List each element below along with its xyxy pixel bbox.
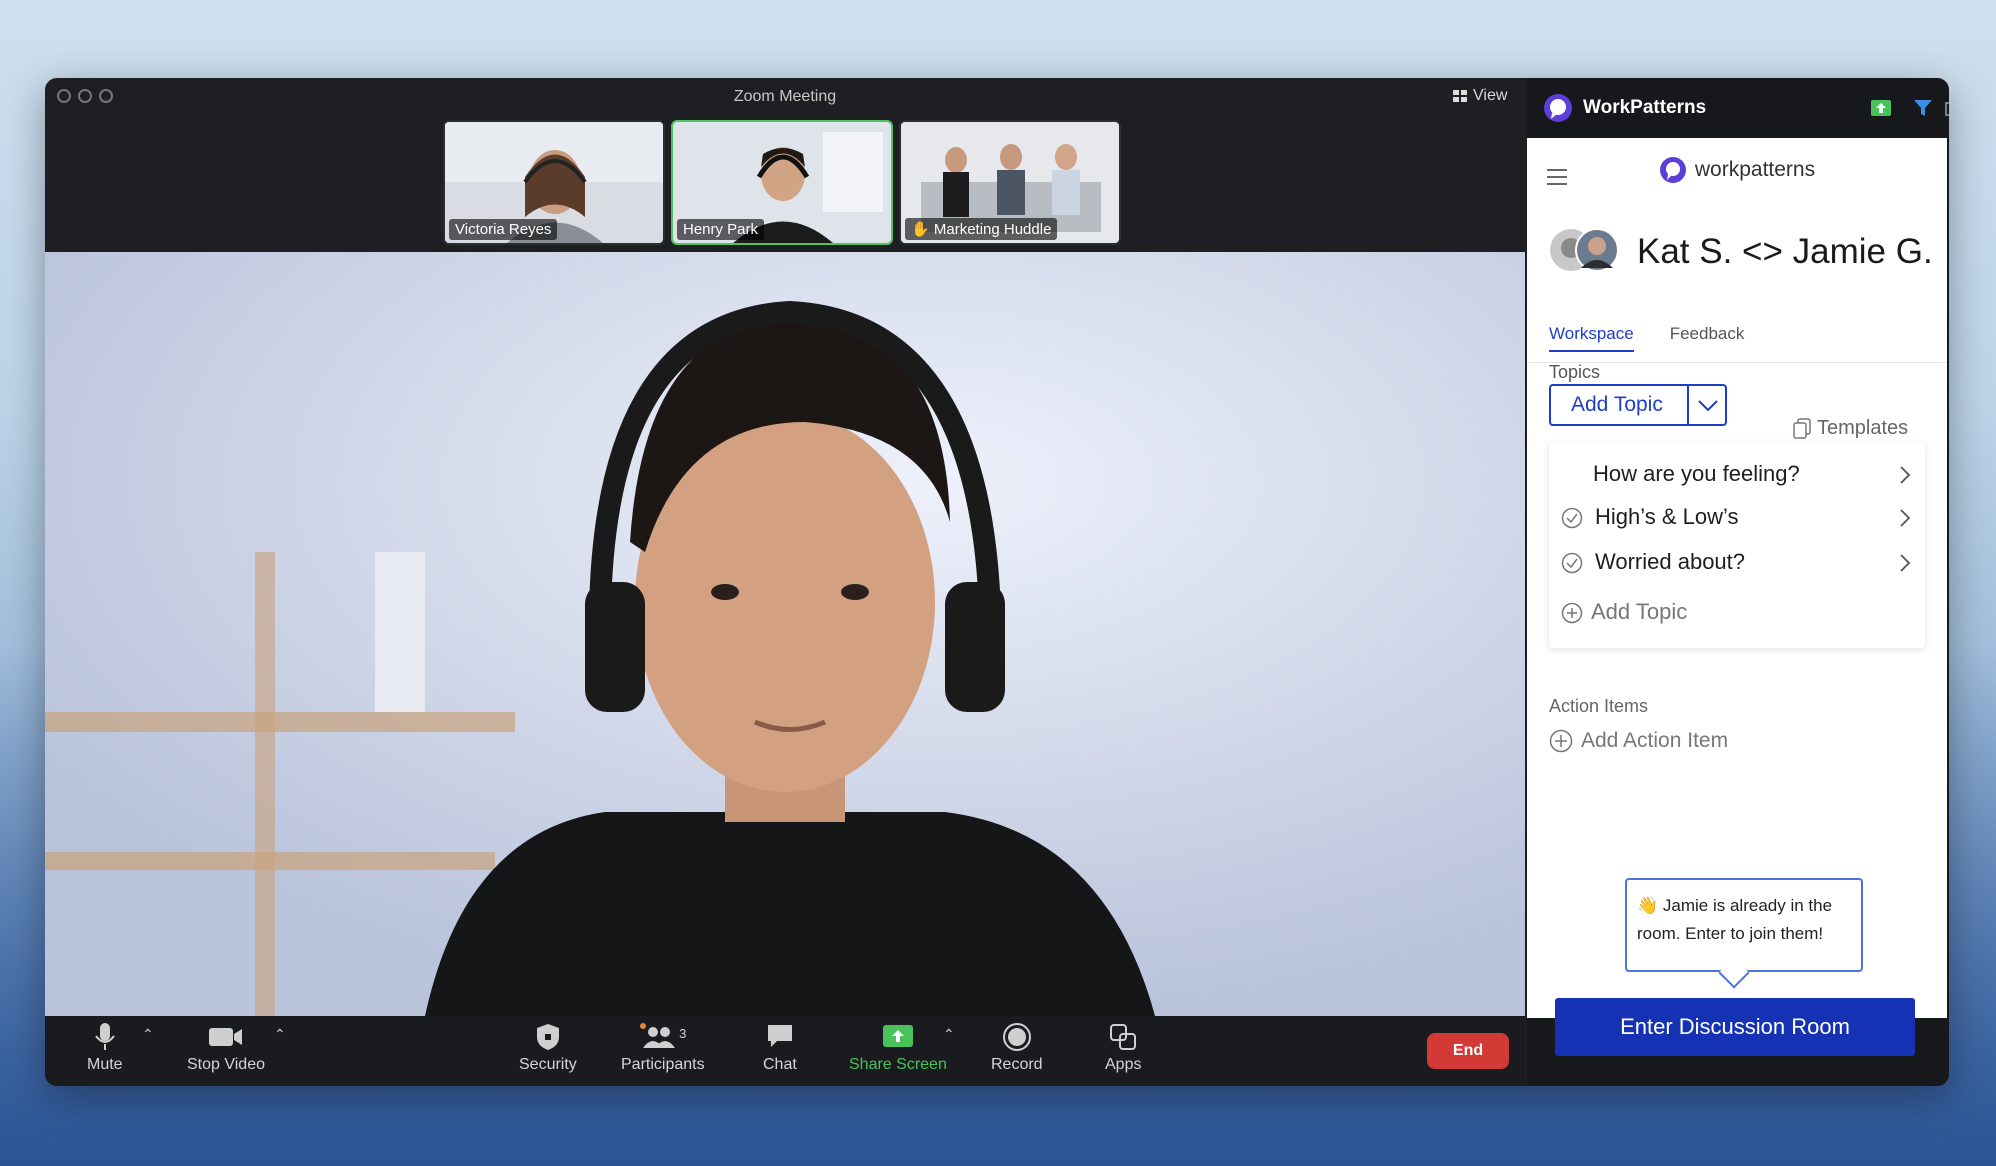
plus-circle-icon xyxy=(1549,729,1573,753)
share-screen-icon xyxy=(882,1025,913,1047)
view-button[interactable]: View xyxy=(1453,87,1507,105)
chat-bubble-icon xyxy=(767,1025,792,1047)
panel-body: workpatterns Kat S. <> Jamie G. Workspac… xyxy=(1527,138,1947,1056)
chevron-right-icon xyxy=(1900,466,1911,484)
end-meeting-button[interactable]: End xyxy=(1427,1033,1509,1069)
thumbnail-henry-park[interactable]: Henry Park xyxy=(671,120,893,245)
panel-header: WorkPatterns xyxy=(1527,78,1949,138)
workpatterns-panel: WorkPatterns workpatterns Kat S. <> Jami… xyxy=(1527,78,1949,1086)
workpatterns-logo-icon xyxy=(1544,94,1572,122)
people-icon xyxy=(640,1023,676,1048)
join-room-tooltip: 👋 Jamie is already in the room. Enter to… xyxy=(1625,878,1863,972)
participants-icon-group: 3 xyxy=(639,1022,686,1056)
security-button[interactable]: Security xyxy=(519,1022,577,1074)
thumbnail-name-text: Marketing Huddle xyxy=(933,221,1052,238)
chat-button[interactable]: Chat xyxy=(763,1022,797,1074)
thumbnail-marketing-huddle[interactable]: ✋ Marketing Huddle xyxy=(899,120,1121,245)
stop-video-button[interactable]: Stop Video xyxy=(187,1022,265,1074)
topic-label: How are you feeling? xyxy=(1593,461,1800,486)
participants-count: 3 xyxy=(679,1026,687,1041)
microphone-icon xyxy=(94,1023,115,1050)
main-video xyxy=(45,252,1525,1016)
apps-button[interactable]: Apps xyxy=(1105,1022,1141,1074)
waving-hand-icon: 👋 xyxy=(1637,896,1659,915)
share-to-meeting-icon[interactable] xyxy=(1871,100,1891,116)
active-speaker-video xyxy=(45,252,1525,1016)
add-topic-button[interactable]: Add Topic xyxy=(1571,393,1663,417)
plus-circle-icon xyxy=(1561,602,1583,624)
add-action-item-link[interactable]: Add Action Item xyxy=(1549,729,1728,753)
apps-icon xyxy=(1110,1024,1137,1050)
video-camera-icon xyxy=(209,1028,242,1046)
enter-discussion-room-button[interactable]: Enter Discussion Room xyxy=(1555,998,1915,1056)
templates-button[interactable]: Templates xyxy=(1793,417,1908,440)
popout-icon[interactable] xyxy=(1945,99,1949,117)
meeting-title: Kat S. <> Jamie G. xyxy=(1637,232,1933,271)
chevron-right-icon xyxy=(1900,509,1911,527)
grid-icon xyxy=(1453,90,1467,102)
view-label: View xyxy=(1473,87,1508,104)
templates-label: Templates xyxy=(1817,417,1909,439)
chevron-right-icon xyxy=(1900,554,1911,572)
thumbnail-name: Henry Park xyxy=(677,219,765,240)
topics-heading: Topics xyxy=(1549,362,1601,382)
chat-label: Chat xyxy=(763,1056,797,1073)
meeting-toolbar: Mute ⌃ Stop Video ⌃ Security 3 Participa… xyxy=(45,1016,1525,1086)
zoom-window: Zoom Meeting View Victoria Reyes Henry P… xyxy=(45,78,1949,1086)
title-bar: Zoom Meeting View xyxy=(45,78,1525,116)
tab-workspace[interactable]: Workspace xyxy=(1549,324,1634,352)
brand-name: workpatterns xyxy=(1694,158,1816,181)
record-button[interactable]: Record xyxy=(991,1022,1043,1074)
mute-button[interactable]: Mute xyxy=(87,1022,123,1074)
brand-header: workpatterns xyxy=(1527,156,1947,184)
share-options-chevron-icon[interactable]: ⌃ xyxy=(943,1026,955,1043)
panel-tabs: Workspace Feedback xyxy=(1549,324,1744,352)
workpatterns-logo-icon xyxy=(1659,157,1686,183)
window-title: Zoom Meeting xyxy=(733,88,837,105)
split-divider xyxy=(1687,386,1689,424)
add-topic-split-button: Add Topic xyxy=(1549,384,1727,426)
topic-label: Worried about? xyxy=(1595,549,1746,574)
copy-icon xyxy=(1793,417,1811,439)
add-action-item-label: Add Action Item xyxy=(1581,729,1729,752)
action-items-heading: Action Items xyxy=(1549,696,1649,716)
check-circle-icon[interactable] xyxy=(1561,507,1583,529)
mute-label: Mute xyxy=(87,1056,123,1073)
participant-thumbnails: Victoria Reyes Henry Park ✋ Marketing Hu… xyxy=(443,120,1121,245)
audio-options-chevron-icon[interactable]: ⌃ xyxy=(142,1026,154,1043)
avatar xyxy=(1575,228,1619,272)
shield-icon xyxy=(536,1024,559,1050)
topic-label: High’s & Low’s xyxy=(1595,504,1739,529)
record-icon xyxy=(1002,1023,1031,1051)
share-screen-button[interactable]: Share Screen xyxy=(849,1022,947,1074)
topic-list: How are you feeling? High’s & Low’s Worr… xyxy=(1549,443,1925,648)
apps-label: Apps xyxy=(1105,1056,1142,1073)
tooltip-text: Jamie is already in the room. Enter to j… xyxy=(1637,896,1833,943)
meeting-avatars xyxy=(1549,228,1619,272)
stop-video-label: Stop Video xyxy=(187,1056,265,1073)
thumbnail-victoria-reyes[interactable]: Victoria Reyes xyxy=(443,120,665,245)
security-label: Security xyxy=(519,1056,577,1073)
share-screen-label: Share Screen xyxy=(849,1056,947,1073)
thumbnail-name: Victoria Reyes xyxy=(449,219,558,240)
thumbnail-name: ✋ Marketing Huddle xyxy=(905,218,1058,240)
record-label: Record xyxy=(991,1056,1043,1073)
chevron-down-icon[interactable] xyxy=(1697,399,1719,413)
add-topic-link-label: Add Topic xyxy=(1591,599,1688,624)
panel-app-name: WorkPatterns xyxy=(1583,97,1707,118)
participants-button[interactable]: 3 Participants xyxy=(621,1022,705,1074)
participants-label: Participants xyxy=(621,1056,705,1073)
video-options-chevron-icon[interactable]: ⌃ xyxy=(274,1026,286,1043)
filter-icon[interactable] xyxy=(1913,99,1933,117)
check-circle-icon[interactable] xyxy=(1561,552,1583,574)
tab-feedback[interactable]: Feedback xyxy=(1670,324,1745,352)
